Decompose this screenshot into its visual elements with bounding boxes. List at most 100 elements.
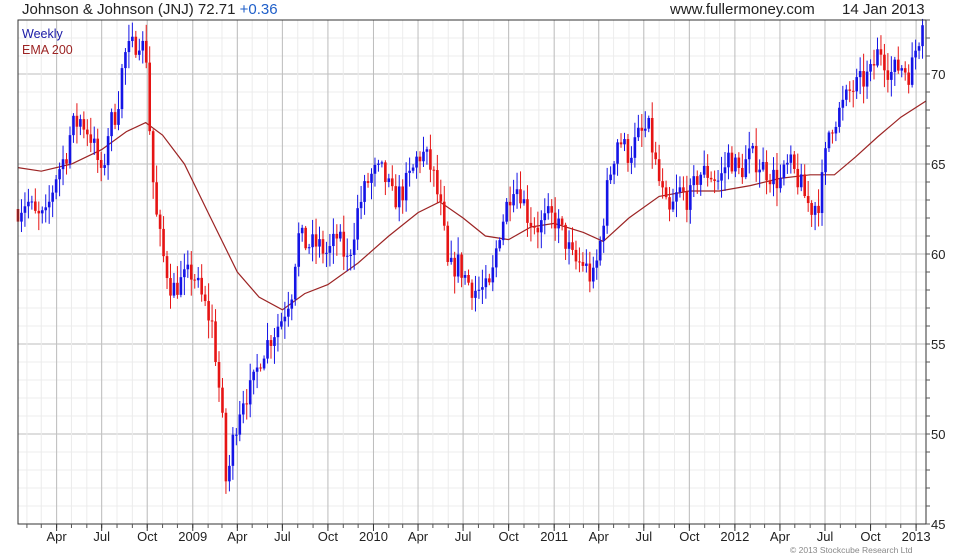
- candle-body: [467, 275, 470, 283]
- candle-body: [772, 169, 775, 185]
- candle-body: [758, 169, 761, 173]
- candle-body: [706, 165, 709, 178]
- candle-body: [529, 222, 533, 227]
- candle-body: [709, 177, 713, 180]
- candle-body: [796, 168, 800, 188]
- candle-body: [300, 227, 304, 234]
- candle-body: [37, 210, 41, 214]
- x-tick-label: Apr: [408, 529, 429, 544]
- candle-body: [40, 210, 44, 214]
- candle-body: [914, 50, 917, 58]
- candle-body: [578, 261, 581, 263]
- candle-body: [422, 151, 425, 162]
- candle-body: [685, 191, 689, 210]
- candle-body: [293, 266, 297, 300]
- copyright-notice: © 2013 Stockcube Research Ltd: [790, 545, 913, 555]
- candle-body: [633, 137, 637, 158]
- title-main: Johnson & Johnson (JNJ) 72.71: [22, 1, 236, 18]
- candle-body: [61, 159, 65, 170]
- candle-body: [273, 337, 276, 346]
- candle-body: [841, 99, 845, 108]
- candle-body: [297, 233, 301, 267]
- candle-body: [110, 112, 113, 137]
- candle-body: [456, 254, 460, 277]
- candle-body: [345, 255, 349, 257]
- y-axis: 45 50 55 60 65 70: [926, 19, 945, 532]
- x-tick-label: Oct: [137, 529, 158, 544]
- candle-body: [498, 240, 502, 249]
- candle-body: [664, 187, 668, 198]
- candle-body: [903, 68, 907, 73]
- x-tick-label: Apr: [770, 529, 791, 544]
- candle-body: [131, 36, 134, 42]
- candle-body: [269, 340, 273, 346]
- candle-body: [494, 248, 498, 268]
- candle-body: [799, 174, 803, 188]
- candle-body: [207, 301, 210, 321]
- candle-body: [283, 316, 287, 322]
- candle-body: [820, 172, 824, 214]
- candle-body: [647, 117, 651, 129]
- candle-body: [747, 148, 751, 160]
- candle-body: [158, 214, 162, 229]
- x-tick-label: Oct: [318, 529, 339, 544]
- candle-body: [127, 41, 131, 53]
- candle-body: [200, 277, 203, 295]
- candle-body: [827, 132, 831, 149]
- candle-body: [553, 212, 557, 229]
- x-tick-label: Jul: [274, 529, 291, 544]
- candle-body: [602, 225, 605, 241]
- candle-body: [675, 192, 678, 202]
- candle-body: [203, 294, 207, 302]
- candle-body: [23, 206, 27, 213]
- candle-body: [30, 201, 34, 203]
- site-url[interactable]: www.fullermoney.com: [670, 0, 815, 20]
- candle-body: [262, 358, 266, 369]
- candle-body: [356, 208, 359, 240]
- candle-body: [442, 201, 446, 226]
- candle-body: [720, 173, 723, 181]
- candle-body: [786, 162, 789, 165]
- candle-body: [588, 263, 592, 282]
- candle-body: [643, 128, 647, 131]
- candle-body: [439, 194, 443, 202]
- x-tick-label: Apr: [589, 529, 610, 544]
- title-change: +0.36: [239, 1, 278, 18]
- candle-body: [436, 170, 439, 195]
- candle-body: [585, 263, 588, 266]
- candle-body: [605, 180, 609, 226]
- candle-body: [449, 257, 453, 262]
- x-tick-label: Jul: [93, 529, 110, 544]
- chart-date: 14 Jan 2013: [842, 1, 925, 18]
- candle-body: [380, 162, 384, 164]
- candle-body: [695, 176, 699, 185]
- candle-body: [241, 403, 245, 415]
- y-tick-label: 60: [931, 247, 945, 262]
- candle-body: [453, 257, 456, 277]
- candle-body: [581, 262, 585, 266]
- candle-body: [255, 367, 259, 372]
- y-tick-label: 45: [931, 517, 945, 532]
- candle-body: [751, 145, 755, 149]
- candle-body: [890, 71, 893, 80]
- candle-body: [713, 179, 716, 182]
- candle-body: [896, 59, 900, 71]
- candle-body: [595, 260, 599, 268]
- candle-body: [508, 201, 512, 206]
- x-tick-label: 2010: [359, 529, 388, 544]
- candle-body: [124, 52, 127, 69]
- y-tick-label: 70: [931, 67, 945, 82]
- candle-body: [810, 203, 813, 215]
- candle-body: [689, 185, 692, 210]
- candle-body: [89, 134, 93, 143]
- candle-body: [921, 25, 924, 47]
- candle-body: [92, 138, 96, 143]
- candle-body: [803, 174, 807, 197]
- candle-body: [193, 279, 197, 281]
- candle-body: [79, 119, 82, 127]
- candle-body: [280, 321, 283, 327]
- candle-body: [165, 256, 169, 279]
- candle-body: [893, 59, 897, 72]
- candle-body: [872, 64, 876, 66]
- candle-body: [231, 434, 235, 466]
